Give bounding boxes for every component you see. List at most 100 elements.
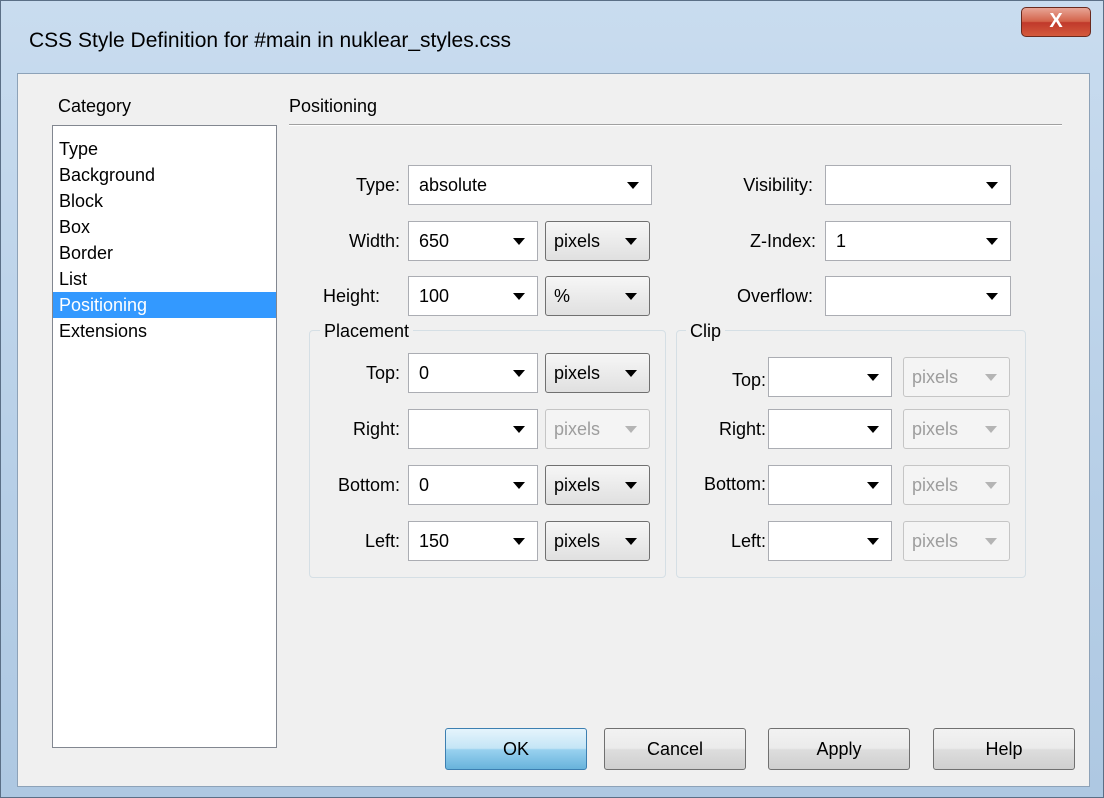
chevron-down-icon bbox=[985, 426, 997, 433]
category-item-type[interactable]: Type bbox=[53, 136, 276, 162]
ok-button[interactable]: OK bbox=[445, 728, 587, 770]
chevron-down-icon bbox=[625, 426, 637, 433]
category-item-list[interactable]: List bbox=[53, 266, 276, 292]
chevron-down-icon bbox=[625, 370, 637, 377]
clip-top-unit-select: pixels bbox=[903, 357, 1010, 397]
dialog-client-area: Category Type Background Block Box Borde… bbox=[17, 73, 1090, 787]
category-item-border[interactable]: Border bbox=[53, 240, 276, 266]
chevron-down-icon bbox=[513, 482, 525, 489]
chevron-down-icon bbox=[625, 538, 637, 545]
category-item-positioning[interactable]: Positioning bbox=[53, 292, 276, 318]
clip-left-unit-select: pixels bbox=[903, 521, 1010, 561]
placement-top-input[interactable]: 0 bbox=[408, 353, 538, 393]
type-label: Type: bbox=[355, 175, 400, 195]
height-label: Height: bbox=[322, 286, 380, 306]
z-index-label: Z-Index: bbox=[749, 231, 816, 251]
chevron-down-icon bbox=[985, 482, 997, 489]
clip-right-input[interactable] bbox=[768, 409, 892, 449]
height-unit-value: % bbox=[554, 286, 571, 306]
placement-bottom-label: Bottom: bbox=[337, 475, 400, 495]
placement-bottom-value: 0 bbox=[419, 475, 430, 495]
chevron-down-icon bbox=[867, 482, 879, 489]
placement-group-label: Placement bbox=[320, 321, 414, 342]
clip-bottom-input[interactable] bbox=[768, 465, 892, 505]
placement-top-value: 0 bbox=[419, 363, 430, 383]
clip-bottom-unit: pixels bbox=[912, 475, 959, 495]
chevron-down-icon bbox=[513, 370, 525, 377]
chevron-down-icon bbox=[513, 293, 525, 300]
placement-left-unit-select[interactable]: pixels bbox=[545, 521, 650, 561]
placement-left-label: Left: bbox=[364, 531, 400, 551]
width-input[interactable]: 650 bbox=[408, 221, 538, 261]
apply-button[interactable]: Apply bbox=[768, 728, 910, 770]
section-title: Positioning bbox=[289, 96, 378, 116]
width-value: 650 bbox=[419, 231, 450, 251]
clip-top-input[interactable] bbox=[768, 357, 892, 397]
chevron-down-icon bbox=[985, 374, 997, 381]
type-select[interactable]: absolute bbox=[408, 165, 652, 205]
clip-left-unit: pixels bbox=[912, 531, 959, 551]
category-item-box[interactable]: Box bbox=[53, 214, 276, 240]
chevron-down-icon bbox=[513, 538, 525, 545]
chevron-down-icon bbox=[513, 426, 525, 433]
category-item-extensions[interactable]: Extensions bbox=[53, 318, 276, 344]
z-index-value: 1 bbox=[836, 231, 847, 251]
clip-bottom-label: Bottom: bbox=[703, 474, 766, 494]
clip-top-label: Top: bbox=[731, 370, 766, 390]
placement-right-unit-select: pixels bbox=[545, 409, 650, 449]
visibility-label: Visibility: bbox=[743, 175, 813, 195]
overflow-select[interactable] bbox=[825, 276, 1011, 316]
dialog-window: CSS Style Definition for #main in nuklea… bbox=[0, 0, 1104, 798]
chevron-down-icon bbox=[986, 293, 998, 300]
category-heading: Category bbox=[58, 96, 132, 116]
clip-right-label: Right: bbox=[718, 419, 766, 439]
clip-top-unit: pixels bbox=[912, 367, 959, 387]
help-button[interactable]: Help bbox=[933, 728, 1075, 770]
placement-bottom-unit: pixels bbox=[554, 475, 601, 495]
chevron-down-icon bbox=[625, 482, 637, 489]
chevron-down-icon bbox=[985, 538, 997, 545]
chevron-down-icon bbox=[986, 182, 998, 189]
clip-group-label: Clip bbox=[686, 321, 726, 342]
clip-right-unit: pixels bbox=[912, 419, 959, 439]
height-input[interactable]: 100 bbox=[408, 276, 538, 316]
chevron-down-icon bbox=[867, 374, 879, 381]
placement-top-unit: pixels bbox=[554, 363, 601, 383]
category-list[interactable]: Type Background Block Box Border List Po… bbox=[52, 125, 277, 748]
placement-left-input[interactable]: 150 bbox=[408, 521, 538, 561]
chevron-down-icon bbox=[867, 538, 879, 545]
placement-bottom-input[interactable]: 0 bbox=[408, 465, 538, 505]
placement-left-unit: pixels bbox=[554, 531, 601, 551]
type-value: absolute bbox=[419, 175, 488, 195]
placement-right-input[interactable] bbox=[408, 409, 538, 449]
visibility-select[interactable] bbox=[825, 165, 1011, 205]
width-unit-value: pixels bbox=[554, 231, 601, 251]
chevron-down-icon bbox=[625, 238, 637, 245]
placement-left-value: 150 bbox=[419, 531, 450, 551]
cancel-button[interactable]: Cancel bbox=[604, 728, 746, 770]
clip-left-input[interactable] bbox=[768, 521, 892, 561]
chevron-down-icon bbox=[627, 182, 639, 189]
width-unit-select[interactable]: pixels bbox=[545, 221, 650, 261]
height-unit-select[interactable]: % bbox=[545, 276, 650, 316]
category-item-background[interactable]: Background bbox=[53, 162, 276, 188]
z-index-input[interactable]: 1 bbox=[825, 221, 1011, 261]
width-label: Width: bbox=[348, 231, 400, 251]
close-button[interactable]: X bbox=[1021, 7, 1091, 37]
height-value: 100 bbox=[419, 286, 450, 306]
window-title: CSS Style Definition for #main in nuklea… bbox=[29, 29, 512, 52]
placement-top-label: Top: bbox=[365, 363, 400, 383]
chevron-down-icon bbox=[513, 238, 525, 245]
overflow-label: Overflow: bbox=[736, 286, 813, 306]
clip-bottom-unit-select: pixels bbox=[903, 465, 1010, 505]
category-item-block[interactable]: Block bbox=[53, 188, 276, 214]
placement-bottom-unit-select[interactable]: pixels bbox=[545, 465, 650, 505]
section-divider bbox=[289, 124, 1062, 126]
clip-right-unit-select: pixels bbox=[903, 409, 1010, 449]
placement-top-unit-select[interactable]: pixels bbox=[545, 353, 650, 393]
placement-right-label: Right: bbox=[352, 419, 400, 439]
chevron-down-icon bbox=[625, 293, 637, 300]
clip-left-label: Left: bbox=[730, 531, 766, 551]
placement-right-unit: pixels bbox=[554, 419, 601, 439]
chevron-down-icon bbox=[986, 238, 998, 245]
